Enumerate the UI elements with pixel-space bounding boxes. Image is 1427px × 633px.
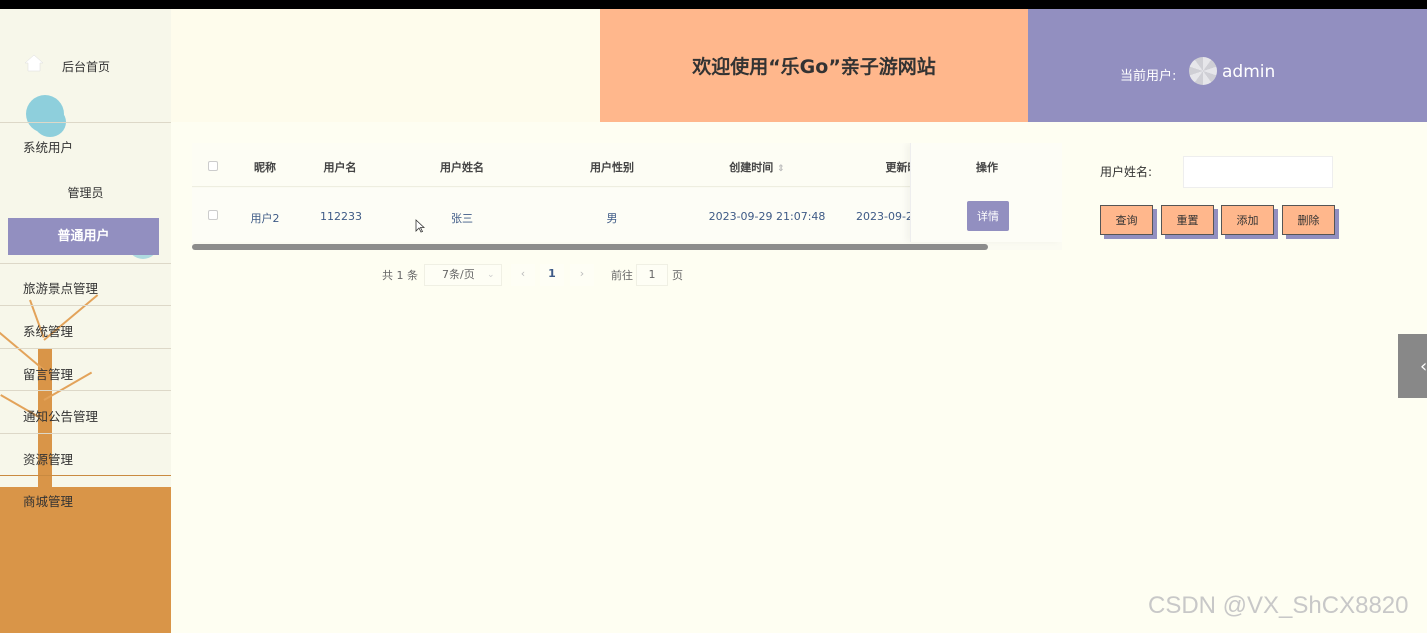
sidebar-section-attractions: 旅游景点管理 xyxy=(0,263,171,305)
cell-updated: 2023-09-2 xyxy=(856,210,913,223)
next-page-button[interactable]: › xyxy=(570,264,594,286)
query-button[interactable]: 查询 xyxy=(1100,205,1153,235)
chevron-left-icon: ‹ xyxy=(1420,356,1427,377)
sidebar-home-label: 后台首页 xyxy=(62,60,111,74)
column-header-nickname[interactable]: 昵称 xyxy=(244,159,286,175)
current-user-name[interactable]: admin xyxy=(1222,62,1275,82)
column-header-realname[interactable]: 用户姓名 xyxy=(422,159,502,175)
sidebar-item-messages[interactable]: 留言管理 xyxy=(23,364,73,383)
cell-nickname: 用户2 xyxy=(250,212,280,225)
side-panel-toggle[interactable]: ‹ xyxy=(1398,334,1427,398)
column-header-gender[interactable]: 用户性别 xyxy=(572,159,652,175)
sidebar-section-shop: 商城管理 xyxy=(0,475,171,517)
row-checkbox[interactable] xyxy=(208,210,218,220)
header-user-panel: 当前用户: admin xyxy=(1028,9,1427,122)
avatar[interactable] xyxy=(1189,57,1217,85)
reset-button[interactable]: 重置 xyxy=(1161,205,1214,235)
sidebar-item-system-mgmt[interactable]: 系统管理 xyxy=(23,321,73,340)
page-number-current[interactable]: 1 xyxy=(540,264,564,286)
current-user-label: 当前用户: xyxy=(1120,69,1177,84)
header-left-panel xyxy=(171,9,600,122)
sidebar-section-notices: 通知公告管理 xyxy=(0,390,171,433)
horizontal-scrollbar[interactable] xyxy=(192,244,988,250)
sidebar-item-attractions[interactable]: 旅游景点管理 xyxy=(23,278,98,297)
sidebar-section-system-mgmt: 系统管理 xyxy=(0,305,171,348)
header-title-panel: 欢迎使用“乐Go”亲子游网站 xyxy=(600,9,1028,122)
column-header-created-label: 创建时间 xyxy=(729,161,774,174)
select-all-checkbox[interactable] xyxy=(208,161,218,171)
page-unit-label: 页 xyxy=(672,269,683,282)
pagination-total: 共 1 条 xyxy=(382,269,418,282)
cell-created: 2023-09-29 21:07:48 xyxy=(708,210,826,223)
page-title: 欢迎使用“乐Go”亲子游网站 xyxy=(692,56,936,78)
sidebar-item-home[interactable]: 后台首页 xyxy=(0,47,171,83)
cell-gender: 男 xyxy=(606,212,618,225)
column-header-created[interactable]: 创建时间 ⇕ xyxy=(722,159,792,175)
fixed-action-column: 操作 详情 xyxy=(910,143,1062,242)
search-realname-input[interactable] xyxy=(1183,156,1333,188)
column-header-username[interactable]: 用户名 xyxy=(310,159,370,175)
cell-realname: 张三 xyxy=(451,212,473,225)
search-realname-label: 用户姓名: xyxy=(1100,165,1153,179)
cell-username: 112233 xyxy=(320,210,362,223)
add-button[interactable]: 添加 xyxy=(1221,205,1274,235)
sidebar: 后台首页 系统用户 管理员 普通用户 旅游景点管理 系统管理 留言管理 通知公告… xyxy=(0,9,171,633)
sidebar-item-admin[interactable]: 管理员 xyxy=(0,184,171,201)
detail-button[interactable]: 详情 xyxy=(967,201,1009,231)
goto-label: 前往 xyxy=(611,269,633,282)
page-size-value: 7条/页 xyxy=(442,268,475,281)
sort-icon[interactable]: ⇕ xyxy=(777,164,785,174)
column-header-actions: 操作 xyxy=(976,161,998,174)
top-black-bar xyxy=(0,0,1427,9)
home-icon xyxy=(24,54,44,72)
sidebar-item-notices[interactable]: 通知公告管理 xyxy=(23,406,98,425)
delete-button[interactable]: 删除 xyxy=(1282,205,1335,235)
goto-page-input[interactable]: 1 xyxy=(636,264,668,286)
sidebar-item-resources[interactable]: 资源管理 xyxy=(23,449,73,468)
sidebar-item-system-users[interactable]: 系统用户 xyxy=(23,137,73,156)
mouse-cursor-icon xyxy=(415,219,425,233)
user-table: 昵称 用户名 用户姓名 用户性别 创建时间 ⇕ 更新时 用户2 112233 张… xyxy=(192,143,1062,250)
watermark: CSDN @VX_ShCX8820 xyxy=(1148,592,1409,619)
sidebar-item-shop[interactable]: 商城管理 xyxy=(23,491,73,510)
page-size-select[interactable]: 7条/页 ⌄ xyxy=(424,264,502,286)
chevron-down-icon: ⌄ xyxy=(487,270,495,280)
prev-page-button[interactable]: ‹ xyxy=(511,264,535,286)
sidebar-section-resources: 资源管理 xyxy=(0,433,171,475)
sidebar-item-normal-users[interactable]: 普通用户 xyxy=(8,218,159,255)
sidebar-section-messages: 留言管理 xyxy=(0,348,171,390)
